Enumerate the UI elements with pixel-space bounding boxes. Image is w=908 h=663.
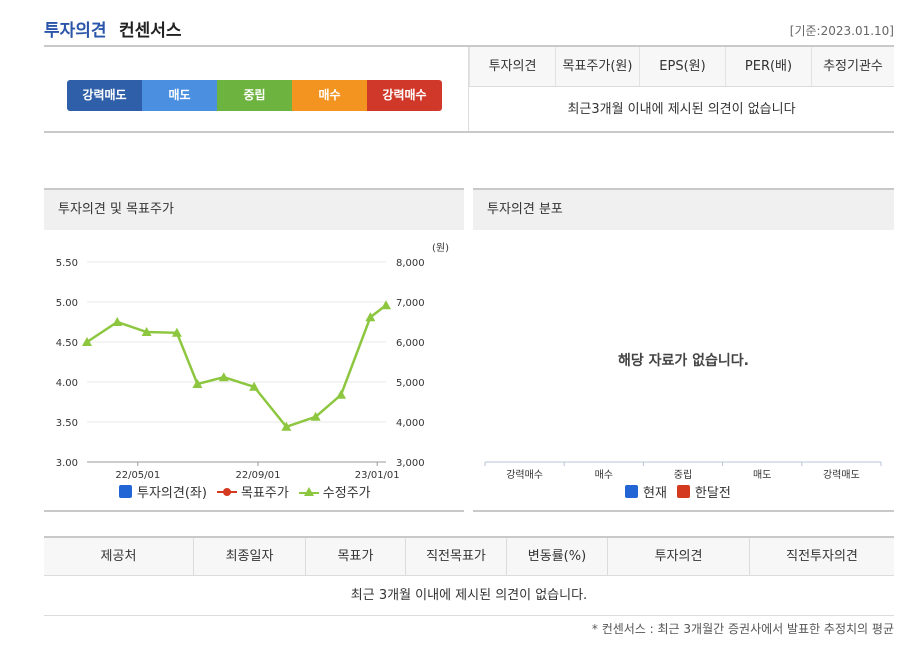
legend-item-current: 현재 xyxy=(625,482,667,501)
y-left-tick-label: 5.00 xyxy=(56,298,78,309)
col-target-price: 목표가 xyxy=(306,538,406,575)
data-point-adjusted-price xyxy=(218,372,229,382)
broker-table-empty-message: 최근 3개월 이내에 제시된 의견이 없습니다. xyxy=(44,576,894,616)
x-tick-label: 23/01/01 xyxy=(355,470,400,480)
dist-category-label: 강력매수 xyxy=(506,469,543,481)
summary-col-target-price: 목표주가(원) xyxy=(555,47,639,86)
legend-label-opinion: 투자의견(좌) xyxy=(137,486,207,501)
opinion-target-price-chart: 5.50 8,000 5.00 7,000 4.50 6,000 4.00 5,000 3.50… xyxy=(56,242,449,480)
summary-col-estimators: 추정기관수 xyxy=(811,47,894,86)
y-right-tick-label: 4,000 xyxy=(396,418,425,429)
summary-col-eps: EPS(원) xyxy=(639,47,725,86)
dist-category-label: 매도 xyxy=(753,469,771,481)
legend-label-target-price: 목표주가 xyxy=(240,486,289,501)
panel-title-opinion-target: 투자의견 및 목표주가 xyxy=(44,188,464,230)
legend-label-current: 현재 xyxy=(643,486,667,501)
y-left-tick-label: 4.50 xyxy=(56,338,78,349)
legend-swatch-month-ago xyxy=(676,485,690,498)
col-prev-target-price: 직전목표가 xyxy=(406,538,507,575)
legend-marker-adjusted-price xyxy=(298,486,319,496)
data-point-adjusted-price xyxy=(336,389,347,399)
legend-swatch-opinion xyxy=(119,485,132,498)
legend-label-month-ago: 한달전 xyxy=(694,486,731,501)
opinion-distribution-chart: 강력매수 매수 중립 매도 강력매도 xyxy=(484,461,882,481)
legend-swatch-current xyxy=(625,485,638,498)
rating-scale-bar: 강력매도 매도 중립 매수 강력매수 xyxy=(67,80,442,111)
legend-item-adjusted-price: 수정주가 xyxy=(298,482,371,501)
dist-category-label: 강력매도 xyxy=(823,469,860,481)
panel-title-opinion-distribution: 투자의견 분포 xyxy=(473,188,894,230)
rating-strong-sell: 강력매도 xyxy=(67,80,142,111)
y-right-tick-label: 7,000 xyxy=(396,298,425,309)
y-right-tick-label: 3,000 xyxy=(396,458,425,469)
distribution-no-data: 해당 자료가 없습니다. xyxy=(618,353,749,369)
title-row: 투자의견 컨센서스 [기준:2023.01.10] xyxy=(44,14,894,41)
series-line-adjusted-price xyxy=(86,304,387,429)
legend-marker-target-price xyxy=(216,487,237,496)
legend-item-target-price: 목표주가 xyxy=(216,482,289,501)
x-tick-label: 22/05/01 xyxy=(115,470,160,480)
line-chart-legend: 투자의견(좌) 목표주가 수정주가 xyxy=(119,482,381,501)
base-date: [기준:2023.01.10] xyxy=(789,24,894,38)
summary-col-opinion: 투자의견 xyxy=(469,47,555,86)
legend-item-opinion: 투자의견(좌) xyxy=(119,482,207,501)
col-last-date: 최종일자 xyxy=(194,538,306,575)
broker-opinion-table: 제공처 최종일자 목표가 직전목표가 변동률(%) 투자의견 직전투자의견 최근… xyxy=(44,536,894,616)
footnote: * 컨센서스 : 최근 3개월간 증권사에서 발표한 추정치의 평균 xyxy=(591,622,894,636)
dist-category-label: 중립 xyxy=(674,468,692,481)
col-opinion: 투자의견 xyxy=(608,538,750,575)
y-left-tick-label: 4.00 xyxy=(56,378,78,389)
x-tick-label: 22/09/01 xyxy=(236,470,281,480)
page-title: 컨센서스 xyxy=(119,21,182,41)
data-point-adjusted-price xyxy=(112,317,123,326)
summary-header-row: 투자의견 목표주가(원) EPS(원) PER(배) 추정기관수 xyxy=(469,47,894,87)
dist-category-label: 매수 xyxy=(595,469,613,481)
summary-bottom-divider xyxy=(44,131,894,133)
left-panel-bottom xyxy=(44,510,464,512)
right-panel-bottom xyxy=(473,510,894,512)
y-left-tick-label: 3.00 xyxy=(56,458,78,469)
y-right-unit-label: (원) xyxy=(432,242,449,254)
rating-neutral: 중립 xyxy=(217,80,292,111)
consensus-summary-table: 투자의견 목표주가(원) EPS(원) PER(배) 추정기관수 최근3개월 이… xyxy=(469,47,894,132)
distribution-legend: 현재 한달전 xyxy=(625,482,741,501)
col-change-rate: 변동률(%) xyxy=(507,538,608,575)
y-left-tick-label: 3.50 xyxy=(56,418,78,429)
col-prev-opinion: 직전투자의견 xyxy=(786,549,858,564)
legend-item-month-ago: 한달전 xyxy=(676,482,731,501)
y-right-tick-label: 5,000 xyxy=(396,378,425,389)
page-title-accent: 투자의견 xyxy=(44,21,107,41)
legend-label-adjusted-price: 수정주가 xyxy=(322,486,371,501)
col-provider: 제공처 xyxy=(44,538,194,575)
rating-buy: 매수 xyxy=(292,80,367,111)
summary-col-per: PER(배) xyxy=(725,47,811,86)
y-right-tick-label: 8,000 xyxy=(396,258,425,269)
y-right-tick-label: 6,000 xyxy=(396,338,425,349)
y-left-tick-label: 5.50 xyxy=(56,258,78,269)
summary-empty-message: 최근3개월 이내에 제시된 의견이 없습니다 xyxy=(567,102,796,117)
rating-strong-buy: 강력매수 xyxy=(367,80,442,111)
rating-sell: 매도 xyxy=(142,80,217,111)
broker-table-header: 제공처 최종일자 목표가 직전목표가 변동률(%) 투자의견 직전투자의견 xyxy=(44,536,894,576)
